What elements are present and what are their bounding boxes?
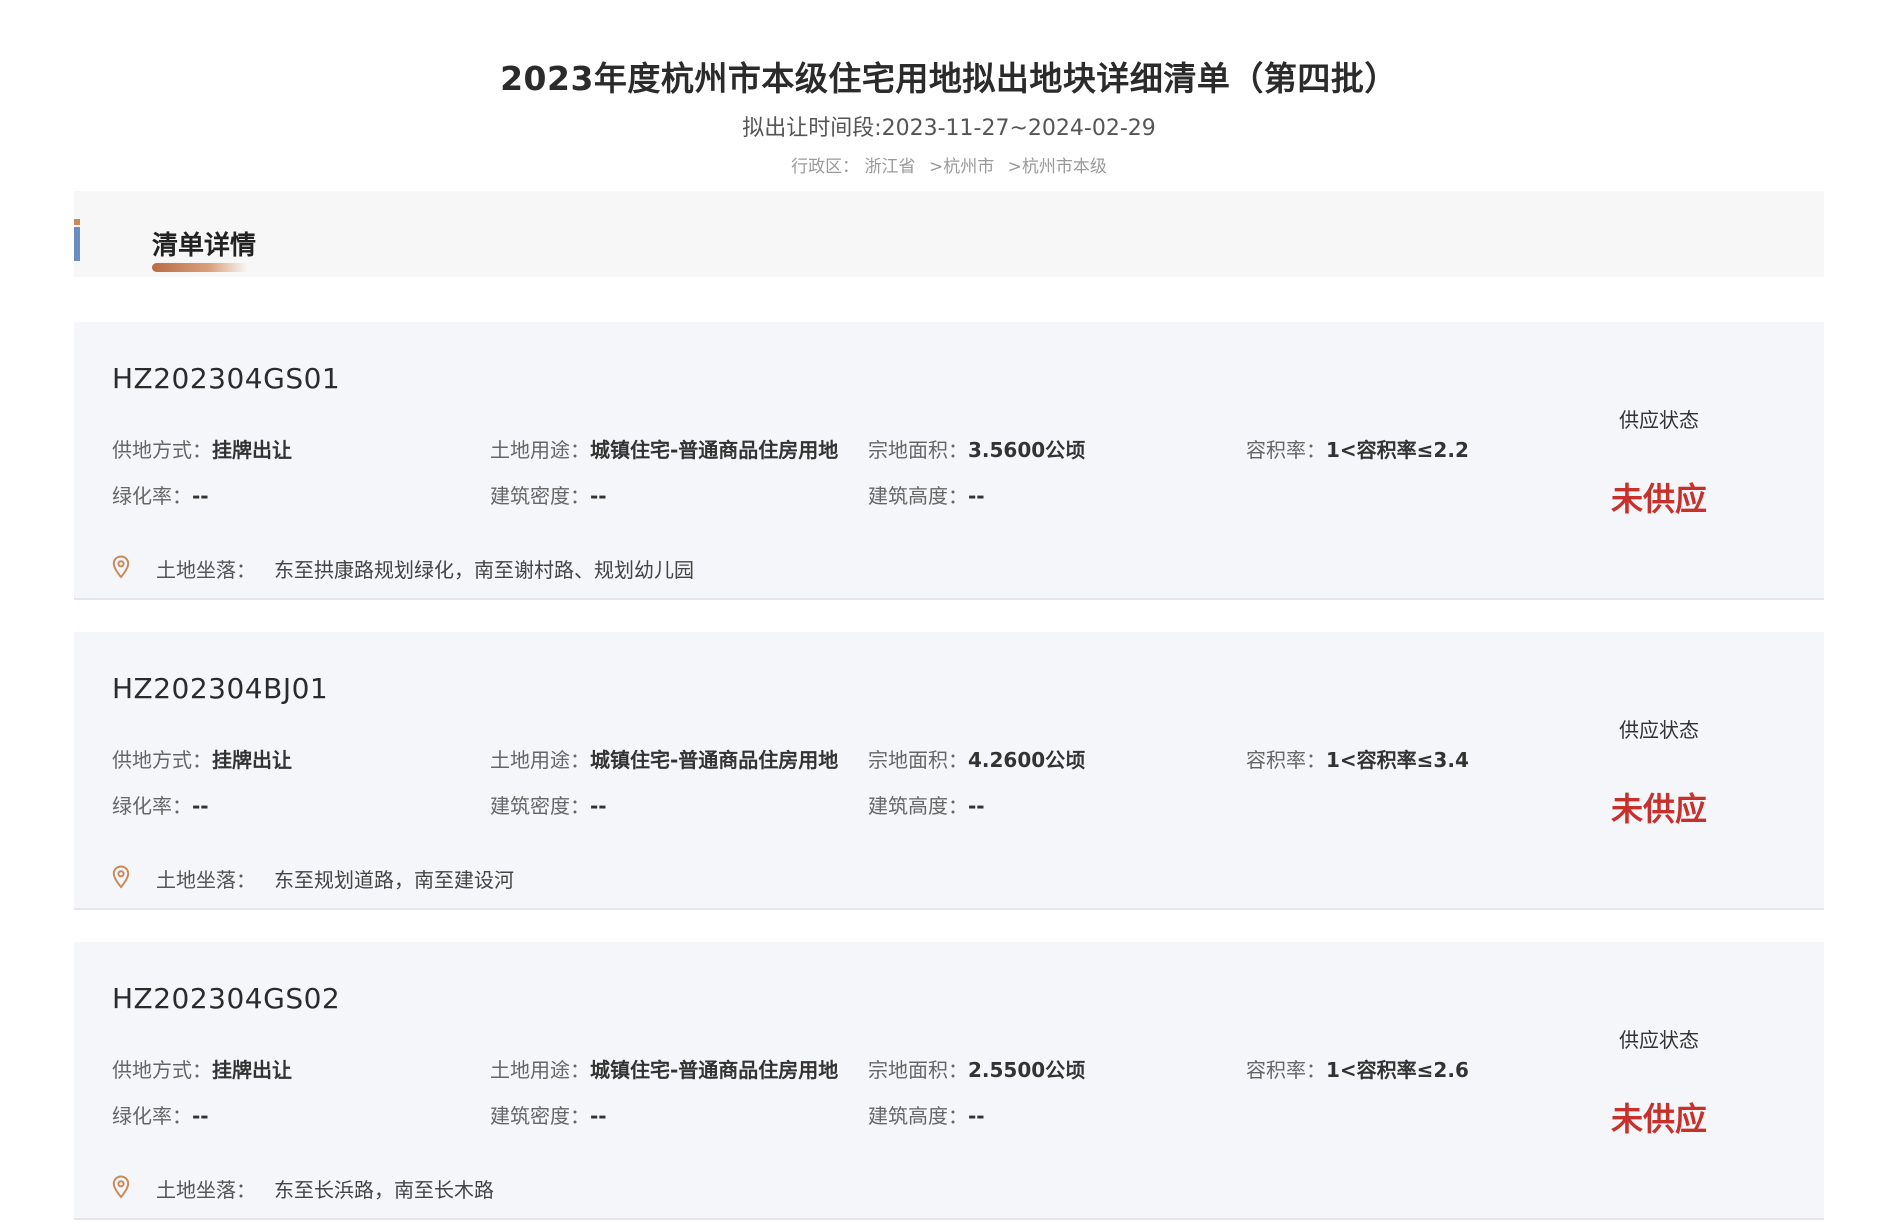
land-use-field: 土地用途：城镇住宅-普通商品住房用地 xyxy=(490,1054,838,1083)
section-title-underline xyxy=(152,263,248,272)
location-row: 土地坐落： 东至长浜路，南至长木路 xyxy=(112,1174,494,1204)
building-height-field: 建筑高度：-- xyxy=(868,1100,985,1129)
building-height-field: 建筑高度：-- xyxy=(868,790,985,819)
location-pin-icon xyxy=(112,1175,130,1204)
green-rate-value: -- xyxy=(192,484,209,508)
plot-ratio-value: 1<容积率≤2.6 xyxy=(1326,1058,1469,1082)
supply-method-value: 挂牌出让 xyxy=(212,748,292,772)
supply-method-label: 供地方式： xyxy=(112,438,212,462)
plot-ratio-field: 容积率：1<容积率≤2.2 xyxy=(1246,434,1469,463)
location-row: 土地坐落： 东至拱康路规划绿化，南至谢村路、规划幼儿园 xyxy=(112,554,694,584)
supply-status-label: 供应状态 xyxy=(1619,408,1699,432)
area-label: 宗地面积： xyxy=(868,1058,968,1082)
supply-status-value: 未供应 xyxy=(1610,480,1707,518)
building-density-value: -- xyxy=(590,794,607,818)
plot-ratio-label: 容积率： xyxy=(1246,748,1326,772)
region-level[interactable]: >杭州市本级 xyxy=(1008,157,1107,177)
page-title: 2023年度杭州市本级住宅用地拟出地块详细清单（第四批） xyxy=(500,59,1398,98)
building-density-label: 建筑密度： xyxy=(490,794,590,818)
area-field: 宗地面积：2.5500公顷 xyxy=(868,1054,1085,1083)
supply-method-value: 挂牌出让 xyxy=(212,438,292,462)
green-rate-label: 绿化率： xyxy=(112,484,192,508)
supply-method-label: 供地方式： xyxy=(112,748,212,772)
region-city[interactable]: >杭州市 xyxy=(929,157,994,177)
supply-method-value: 挂牌出让 xyxy=(212,1058,292,1082)
area-label: 宗地面积： xyxy=(868,748,968,772)
region-label: 行政区： xyxy=(791,157,860,177)
supply-method-field: 供地方式：挂牌出让 xyxy=(112,434,292,463)
building-density-value: -- xyxy=(590,484,607,508)
building-height-field: 建筑高度：-- xyxy=(868,480,985,509)
section-accent-bar xyxy=(74,227,80,261)
land-use-value: 城镇住宅-普通商品住房用地 xyxy=(590,748,839,772)
supply-method-field: 供地方式：挂牌出让 xyxy=(112,744,292,773)
area-label: 宗地面积： xyxy=(868,438,968,462)
supply-status-label: 供应状态 xyxy=(1619,1028,1699,1052)
parcel-code: HZ202304GS01 xyxy=(112,362,341,395)
supply-status-value: 未供应 xyxy=(1610,1100,1707,1138)
area-value: 3.5600公顷 xyxy=(968,438,1086,462)
building-density-field: 建筑密度：-- xyxy=(490,1100,607,1129)
building-density-label: 建筑密度： xyxy=(490,484,590,508)
parcel-code: HZ202304BJ01 xyxy=(112,672,329,705)
plot-ratio-value: 1<容积率≤3.4 xyxy=(1326,748,1469,772)
plot-ratio-label: 容积率： xyxy=(1246,438,1326,462)
supply-method-field: 供地方式：挂牌出让 xyxy=(112,1054,292,1083)
building-height-value: -- xyxy=(968,794,985,818)
green-rate-field: 绿化率：-- xyxy=(112,1100,209,1129)
building-height-label: 建筑高度： xyxy=(868,1104,968,1128)
land-use-label: 土地用途： xyxy=(490,438,590,462)
location-value: 东至拱康路规划绿化，南至谢村路、规划幼儿园 xyxy=(274,558,694,582)
building-density-value: -- xyxy=(590,1104,607,1128)
section-title: 清单详情 xyxy=(152,231,257,261)
section-accent-dot xyxy=(74,219,80,225)
green-rate-field: 绿化率：-- xyxy=(112,790,209,819)
supply-status-label: 供应状态 xyxy=(1619,718,1699,742)
green-rate-value: -- xyxy=(192,794,209,818)
section-header: 清单详情 xyxy=(74,191,1824,277)
location-label: 土地坐落： xyxy=(156,558,256,582)
location-label: 土地坐落： xyxy=(156,1178,256,1202)
location-value: 东至长浜路，南至长木路 xyxy=(274,1178,494,1202)
parcel-card[interactable]: HZ202304GS02 供地方式：挂牌出让 土地用途：城镇住宅-普通商品住房用… xyxy=(74,942,1824,1220)
building-density-field: 建筑密度：-- xyxy=(490,790,607,819)
land-use-field: 土地用途：城镇住宅-普通商品住房用地 xyxy=(490,434,838,463)
location-pin-icon xyxy=(112,865,130,894)
land-use-value: 城镇住宅-普通商品住房用地 xyxy=(590,438,839,462)
building-height-value: -- xyxy=(968,484,985,508)
green-rate-label: 绿化率： xyxy=(112,1104,192,1128)
plot-ratio-field: 容积率：1<容积率≤3.4 xyxy=(1246,744,1469,773)
land-use-field: 土地用途：城镇住宅-普通商品住房用地 xyxy=(490,744,838,773)
area-field: 宗地面积：4.2600公顷 xyxy=(868,744,1085,773)
location-label: 土地坐落： xyxy=(156,868,256,892)
location-value: 东至规划道路，南至建设河 xyxy=(274,868,514,892)
land-use-value: 城镇住宅-普通商品住房用地 xyxy=(590,1058,839,1082)
region-province[interactable]: 浙江省 xyxy=(865,157,916,177)
building-height-label: 建筑高度： xyxy=(868,484,968,508)
land-use-label: 土地用途： xyxy=(490,748,590,772)
location-pin-icon xyxy=(112,555,130,584)
building-height-value: -- xyxy=(968,1104,985,1128)
supply-status-value: 未供应 xyxy=(1610,790,1707,828)
land-use-label: 土地用途： xyxy=(490,1058,590,1082)
area-value: 2.5500公顷 xyxy=(968,1058,1086,1082)
plot-ratio-label: 容积率： xyxy=(1246,1058,1326,1082)
building-density-field: 建筑密度：-- xyxy=(490,480,607,509)
location-row: 土地坐落： 东至规划道路，南至建设河 xyxy=(112,864,514,894)
green-rate-label: 绿化率： xyxy=(112,794,192,818)
plot-ratio-field: 容积率：1<容积率≤2.6 xyxy=(1246,1054,1469,1083)
green-rate-field: 绿化率：-- xyxy=(112,480,209,509)
area-value: 4.2600公顷 xyxy=(968,748,1086,772)
plot-ratio-value: 1<容积率≤2.2 xyxy=(1326,438,1469,462)
area-field: 宗地面积：3.5600公顷 xyxy=(868,434,1085,463)
parcel-code: HZ202304GS02 xyxy=(112,982,341,1015)
building-height-label: 建筑高度： xyxy=(868,794,968,818)
parcel-card[interactable]: HZ202304BJ01 供地方式：挂牌出让 土地用途：城镇住宅-普通商品住房用… xyxy=(74,632,1824,910)
green-rate-value: -- xyxy=(192,1104,209,1128)
transfer-period: 拟出让时间段:2023-11-27~2024-02-29 xyxy=(742,116,1156,141)
building-density-label: 建筑密度： xyxy=(490,1104,590,1128)
region-breadcrumb: 行政区： 浙江省 >杭州市 >杭州市本级 xyxy=(0,152,1898,177)
supply-method-label: 供地方式： xyxy=(112,1058,212,1082)
parcel-card[interactable]: HZ202304GS01 供地方式：挂牌出让 土地用途：城镇住宅-普通商品住房用… xyxy=(74,322,1824,600)
